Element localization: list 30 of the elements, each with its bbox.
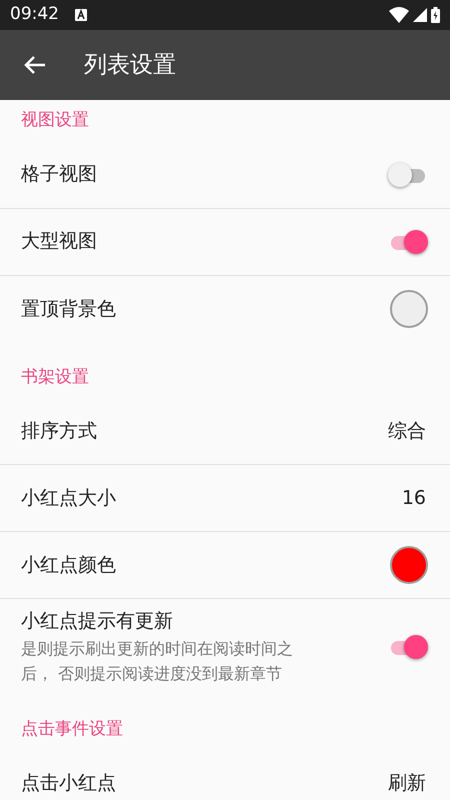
preference-title: 格子视图 [21,162,98,188]
preference-row[interactable]: 置顶背景色 [0,276,450,342]
section-header: 视图设置 [20,109,90,132]
preference-title: 小红点颜色 [21,552,117,578]
notification-icon [75,9,87,21]
preference-row[interactable]: 小红点提示有更新 是则提示刷出更新的时间在阅读时间之后， 否则提示阅读进度没到最新章节 [0,599,450,695]
preference-row[interactable]: 小红点大小 16 [0,465,450,532]
screen-title: 列表设置 [84,50,176,80]
preference-row[interactable]: 小红点颜色 [0,532,450,599]
back-icon[interactable] [24,55,46,75]
preference-value: 16 [402,486,426,511]
battery-icon [431,7,440,23]
preference-value: 综合 [388,418,426,444]
preference-title: 小红点大小 [21,486,117,511]
section-header: 书架设置 [20,366,90,388]
preference-row[interactable]: 排序方式 综合 [0,398,450,465]
preference-title: 排序方式 [21,418,98,444]
preference-row[interactable]: 大型视图 [0,208,450,276]
preference-title: 点击小红点 [21,771,117,796]
signal-icon [413,8,427,22]
preference-title: 小红点提示有更新 [21,609,174,634]
section-header: 点击事件设置 [20,718,124,741]
status-time: 09:42 [10,3,59,26]
preference-row[interactable]: 点击小红点 刷新 [0,750,450,800]
preference-summary: 是则提示刷出更新的时间在阅读时间之后， 否则提示阅读进度没到最新章节 [21,638,294,686]
preference-title: 大型视图 [21,229,98,254]
preference-title: 置顶背景色 [21,296,117,322]
wifi-icon [389,7,409,23]
preference-row[interactable]: 格子视图 [0,142,450,208]
preference-value: 刷新 [388,771,426,796]
